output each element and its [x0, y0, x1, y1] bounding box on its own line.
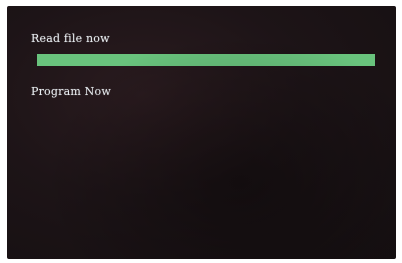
status-message-read: Read file now — [31, 32, 110, 45]
device-frame: Read file now Program Now — [0, 0, 402, 263]
progress-bar — [37, 54, 375, 66]
display-screen: Read file now Program Now — [7, 6, 396, 259]
status-message-program: Program Now — [31, 85, 111, 98]
progress-fill — [37, 54, 375, 66]
